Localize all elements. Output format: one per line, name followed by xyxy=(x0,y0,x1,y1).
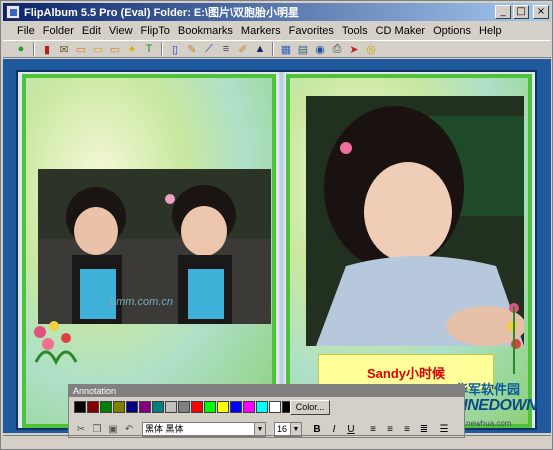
app-window: FlipAlbum 5.5 Pro (Eval) Folder: E:\图片\双… xyxy=(0,0,553,450)
color-swatch[interactable] xyxy=(230,401,242,413)
envelope-icon[interactable]: ✉ xyxy=(56,42,72,57)
book-spine xyxy=(277,72,286,428)
star-icon[interactable]: ✦ xyxy=(124,42,140,57)
menu-bar: File Folder Edit View FlipTo Bookmarks M… xyxy=(3,22,551,40)
align-left-icon[interactable]: ≡ xyxy=(366,422,380,436)
toolbar-separator xyxy=(33,42,35,56)
color-palette xyxy=(74,401,295,415)
play-icon[interactable]: ● xyxy=(13,42,29,57)
font-size: 16 xyxy=(277,423,288,434)
left-page[interactable]: pmm.com.cn xyxy=(22,74,276,428)
folder-open-icon[interactable]: ▭ xyxy=(73,42,89,57)
menu-flipto[interactable]: FlipTo xyxy=(137,22,174,40)
menu-view[interactable]: View xyxy=(105,22,137,40)
folder-up-icon[interactable]: ▭ xyxy=(107,42,123,57)
color-swatch[interactable] xyxy=(217,401,229,413)
pages-icon[interactable]: ▯ xyxy=(167,42,183,57)
list-icon[interactable]: ≡ xyxy=(218,42,234,57)
burn-icon[interactable]: ◎ xyxy=(363,42,379,57)
list-icon[interactable]: ☰ xyxy=(437,422,451,436)
color-swatch[interactable] xyxy=(113,401,125,413)
color-swatch[interactable] xyxy=(100,401,112,413)
menu-folder[interactable]: Folder xyxy=(39,22,78,40)
pointer-icon[interactable]: ➤ xyxy=(346,42,362,57)
color-swatch[interactable] xyxy=(256,401,268,413)
menu-edit[interactable]: Edit xyxy=(78,22,105,40)
underline-button[interactable]: U xyxy=(344,422,358,436)
globe-icon[interactable]: ◉ xyxy=(312,42,328,57)
menu-file[interactable]: File xyxy=(13,22,39,40)
book-icon[interactable]: ▮ xyxy=(39,42,55,57)
color-swatch[interactable] xyxy=(74,401,86,413)
color-swatch[interactable] xyxy=(126,401,138,413)
bold-button[interactable]: B xyxy=(310,422,324,436)
color-swatch[interactable] xyxy=(178,401,190,413)
chevron-down-icon[interactable]: ▼ xyxy=(254,422,265,436)
align-center-icon[interactable]: ≡ xyxy=(383,422,397,436)
italic-button[interactable]: I xyxy=(327,422,341,436)
menu-favorites[interactable]: Favorites xyxy=(285,22,338,40)
tag-icon[interactable]: ✎ xyxy=(184,42,200,57)
color-swatch[interactable] xyxy=(87,401,99,413)
pen-icon[interactable]: ⟋ xyxy=(201,42,217,57)
cut-icon[interactable]: ✂ xyxy=(74,422,88,436)
color-swatch[interactable] xyxy=(165,401,177,413)
toolbar-separator xyxy=(161,42,163,56)
copy-icon[interactable]: ❐ xyxy=(90,422,104,436)
flower-decoration xyxy=(34,321,78,366)
status-bar xyxy=(3,435,551,449)
app-icon[interactable] xyxy=(6,5,20,19)
minimize-button[interactable]: _ xyxy=(495,5,511,19)
color-swatch[interactable] xyxy=(191,401,203,413)
toolbar: ● ▮ ✉ ▭ ▭ ▭ ✦ T ▯ ✎ ⟋ ≡ ✐ ▲ ▦ ▤ ◉ ⎙ ➤ ◎ xyxy=(3,40,551,58)
arrange-icon[interactable]: ▤ xyxy=(295,42,311,57)
menu-markers[interactable]: Markers xyxy=(237,22,285,40)
color-swatch[interactable] xyxy=(152,401,164,413)
girl-photo xyxy=(306,96,524,346)
color-swatch[interactable] xyxy=(269,401,281,413)
color-swatch[interactable] xyxy=(139,401,151,413)
menu-tools[interactable]: Tools xyxy=(338,22,372,40)
image-icon[interactable]: ▦ xyxy=(278,42,294,57)
maximize-button[interactable]: □ xyxy=(513,5,529,19)
menu-cd-maker[interactable]: CD Maker xyxy=(372,22,430,40)
paste-icon[interactable]: ▣ xyxy=(106,422,120,436)
menu-options[interactable]: Options xyxy=(429,22,475,40)
annotation-title[interactable]: Annotation xyxy=(69,385,464,397)
align-justify-icon[interactable]: ≣ xyxy=(417,422,431,436)
pencil-icon[interactable]: ✐ xyxy=(235,42,251,57)
title-bar[interactable]: FlipAlbum 5.5 Pro (Eval) Folder: E:\图片\双… xyxy=(3,3,551,21)
photo-watermark: pmm.com.cn xyxy=(110,296,173,308)
menu-help[interactable]: Help xyxy=(475,22,506,40)
flower-decoration-right xyxy=(507,303,521,374)
color-swatch[interactable] xyxy=(204,401,216,413)
chevron-down-icon[interactable]: ▼ xyxy=(290,422,301,436)
cursor-icon[interactable]: ▲ xyxy=(252,42,268,57)
folder-icon[interactable]: ▭ xyxy=(90,42,106,57)
window-title: FlipAlbum 5.5 Pro (Eval) Folder: E:\图片\双… xyxy=(24,7,300,19)
color-button[interactable]: Color... xyxy=(290,400,330,415)
twins-photo: pmm.com.cn xyxy=(38,169,271,324)
printer-icon[interactable]: ⎙ xyxy=(329,42,345,57)
align-right-icon[interactable]: ≡ xyxy=(400,422,414,436)
toolbar-separator xyxy=(272,42,274,56)
undo-icon[interactable]: ↶ xyxy=(122,422,136,436)
annotation-panel[interactable]: Annotation Color... ✂ ❐ ▣ ↶ 黑体 黑体 ▼ 16 ▼… xyxy=(68,384,465,438)
menu-bookmarks[interactable]: Bookmarks xyxy=(174,22,237,40)
color-swatch[interactable] xyxy=(243,401,255,413)
text-icon[interactable]: T xyxy=(141,42,157,57)
close-button[interactable]: × xyxy=(533,5,549,19)
font-name: 黑体 黑体 xyxy=(145,423,184,434)
